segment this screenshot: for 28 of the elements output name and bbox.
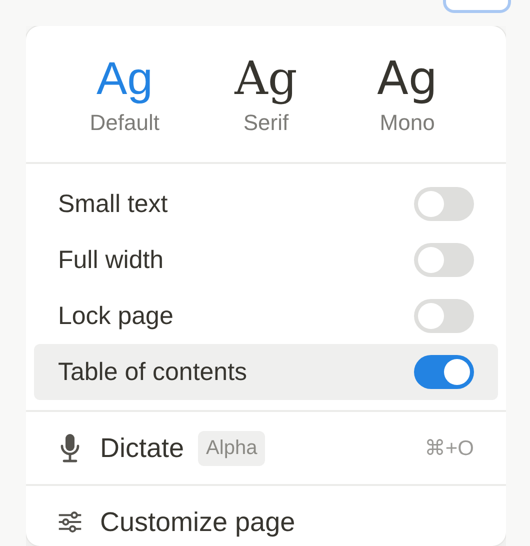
font-option[interactable]: Ag Mono — [352, 50, 462, 136]
option-label: Small text — [58, 190, 168, 218]
toggle-switch[interactable] — [414, 187, 474, 221]
font-option[interactable]: Ag Serif — [210, 50, 321, 136]
font-option[interactable]: Ag Default — [70, 50, 180, 136]
menu-item[interactable]: Customize page — [26, 486, 506, 546]
item-label: Customize page — [100, 506, 296, 538]
option-row[interactable]: Full width — [34, 232, 498, 288]
font-sample: Ag — [96, 51, 153, 106]
option-label: Lock page — [58, 302, 174, 330]
font-sample: Ag — [376, 50, 438, 106]
option-row[interactable]: Lock page — [34, 288, 498, 344]
font-label: Serif — [243, 110, 289, 136]
font-sample: Ag — [234, 50, 298, 106]
option-label: Table of contents — [58, 358, 248, 386]
option-row[interactable]: Table of contents — [34, 344, 498, 400]
toggle-switch[interactable] — [414, 299, 474, 333]
toggle-switch[interactable] — [414, 355, 474, 389]
font-label: Mono — [380, 110, 435, 136]
font-label: Default — [90, 110, 160, 136]
shortcut-label: ⌘+O — [424, 436, 474, 460]
option-label: Full width — [58, 246, 164, 274]
alpha-badge: Alpha — [198, 430, 266, 466]
option-row[interactable]: Small text — [34, 176, 498, 232]
microphone-icon — [59, 433, 81, 463]
toggle-switch[interactable] — [414, 243, 474, 277]
menu-item[interactable]: Dictate Alpha ⌘+O — [26, 412, 506, 486]
item-label: Dictate — [100, 432, 184, 464]
